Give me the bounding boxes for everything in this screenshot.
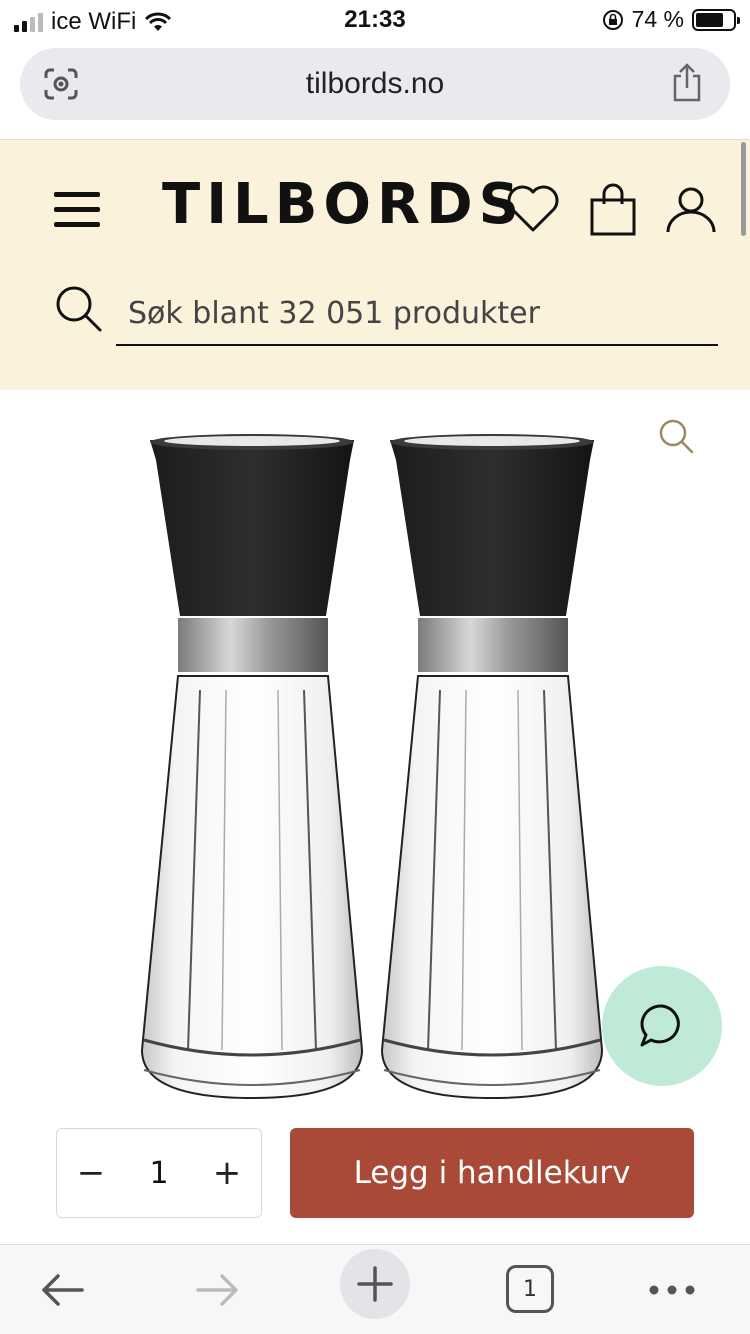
new-tab-button[interactable] xyxy=(340,1249,410,1319)
product-image[interactable] xyxy=(130,430,620,1110)
search-bar[interactable] xyxy=(54,282,718,348)
lens-icon[interactable] xyxy=(42,66,80,102)
quantity-increase-button[interactable]: + xyxy=(197,1129,257,1217)
user-icon[interactable] xyxy=(662,180,720,238)
battery-icon xyxy=(692,8,740,31)
add-to-cart-button[interactable]: Legg i handlekurv xyxy=(290,1128,694,1218)
back-arrow-icon xyxy=(42,1274,84,1306)
more-icon xyxy=(649,1285,695,1295)
status-right: 74 % xyxy=(602,6,740,33)
grinder-right xyxy=(380,434,604,1100)
site-logo[interactable]: TILBORDS xyxy=(162,172,525,237)
chat-icon xyxy=(640,1004,680,1047)
back-button[interactable] xyxy=(32,1265,92,1315)
forward-arrow-icon xyxy=(196,1274,238,1306)
search-input[interactable] xyxy=(116,282,718,346)
quantity-value[interactable]: 1 xyxy=(127,1129,191,1217)
more-button[interactable] xyxy=(642,1265,702,1315)
address-bar[interactable]: tilbords.no xyxy=(20,48,730,120)
zoom-icon[interactable] xyxy=(656,416,696,456)
grinder-left xyxy=(140,434,364,1100)
forward-button[interactable] xyxy=(188,1265,248,1315)
quantity-stepper[interactable]: − 1 + xyxy=(56,1128,262,1218)
quantity-decrease-button[interactable]: − xyxy=(61,1129,121,1217)
scrollbar[interactable] xyxy=(741,142,746,236)
menu-icon[interactable] xyxy=(54,190,102,230)
orientation-lock-icon xyxy=(602,9,623,30)
browser-toolbar: 1 xyxy=(0,1245,750,1334)
plus-icon xyxy=(357,1266,393,1302)
tabs-button[interactable]: 1 xyxy=(506,1265,554,1313)
url-text[interactable]: tilbords.no xyxy=(306,67,444,101)
chat-button[interactable] xyxy=(602,966,722,1086)
status-bar: ice WiFi 21:33 74 % xyxy=(0,0,750,42)
search-icon[interactable] xyxy=(54,284,104,334)
heart-icon[interactable] xyxy=(504,180,562,238)
shopping-bag-icon[interactable] xyxy=(584,180,642,238)
battery-percent: 74 % xyxy=(631,6,684,32)
share-icon[interactable] xyxy=(670,62,704,104)
